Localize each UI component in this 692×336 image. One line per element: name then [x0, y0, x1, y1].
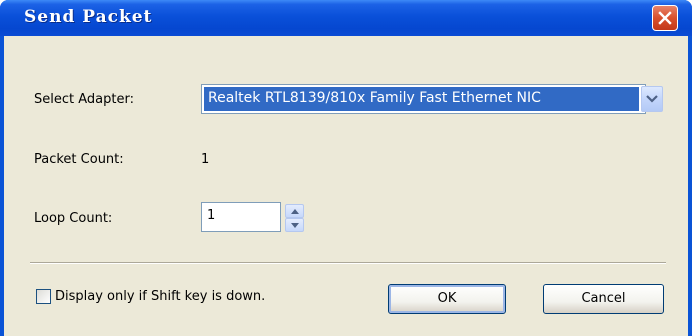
loop-count-decrement-button[interactable]	[285, 218, 304, 232]
packet-count-label: Packet Count:	[34, 152, 124, 167]
adapter-dropdown-button[interactable]	[641, 86, 663, 112]
ok-button[interactable]: OK	[388, 284, 506, 314]
title-bar[interactable]: Send Packet	[0, 0, 692, 36]
adapter-selected-value[interactable]: Realtek RTL8139/810x Family Fast Etherne…	[204, 87, 639, 111]
adapter-label: Select Adapter:	[34, 92, 134, 107]
close-icon	[658, 11, 672, 25]
dialog-body: Select Adapter: Realtek RTL8139/810x Fam…	[4, 36, 688, 336]
packet-count-value: 1	[201, 152, 210, 167]
loop-count-increment-button[interactable]	[285, 204, 304, 218]
adapter-select[interactable]: Realtek RTL8139/810x Family Fast Etherne…	[201, 84, 663, 114]
send-packet-dialog: Send Packet Select Adapter: Realtek RTL8…	[0, 0, 692, 336]
loop-count-label: Loop Count:	[34, 211, 113, 226]
window-title: Send Packet	[24, 7, 153, 27]
chevron-down-icon	[646, 95, 658, 103]
shift-only-checkbox[interactable]	[36, 289, 51, 304]
loop-count-value: 1	[207, 208, 216, 223]
triangle-up-icon	[291, 209, 299, 214]
divider	[30, 262, 666, 264]
loop-count-input[interactable]: 1	[201, 202, 304, 232]
cancel-button[interactable]: Cancel	[543, 284, 664, 314]
close-button[interactable]	[652, 5, 678, 31]
triangle-down-icon	[291, 223, 299, 228]
shift-only-label[interactable]: Display only if Shift key is down.	[55, 289, 265, 304]
